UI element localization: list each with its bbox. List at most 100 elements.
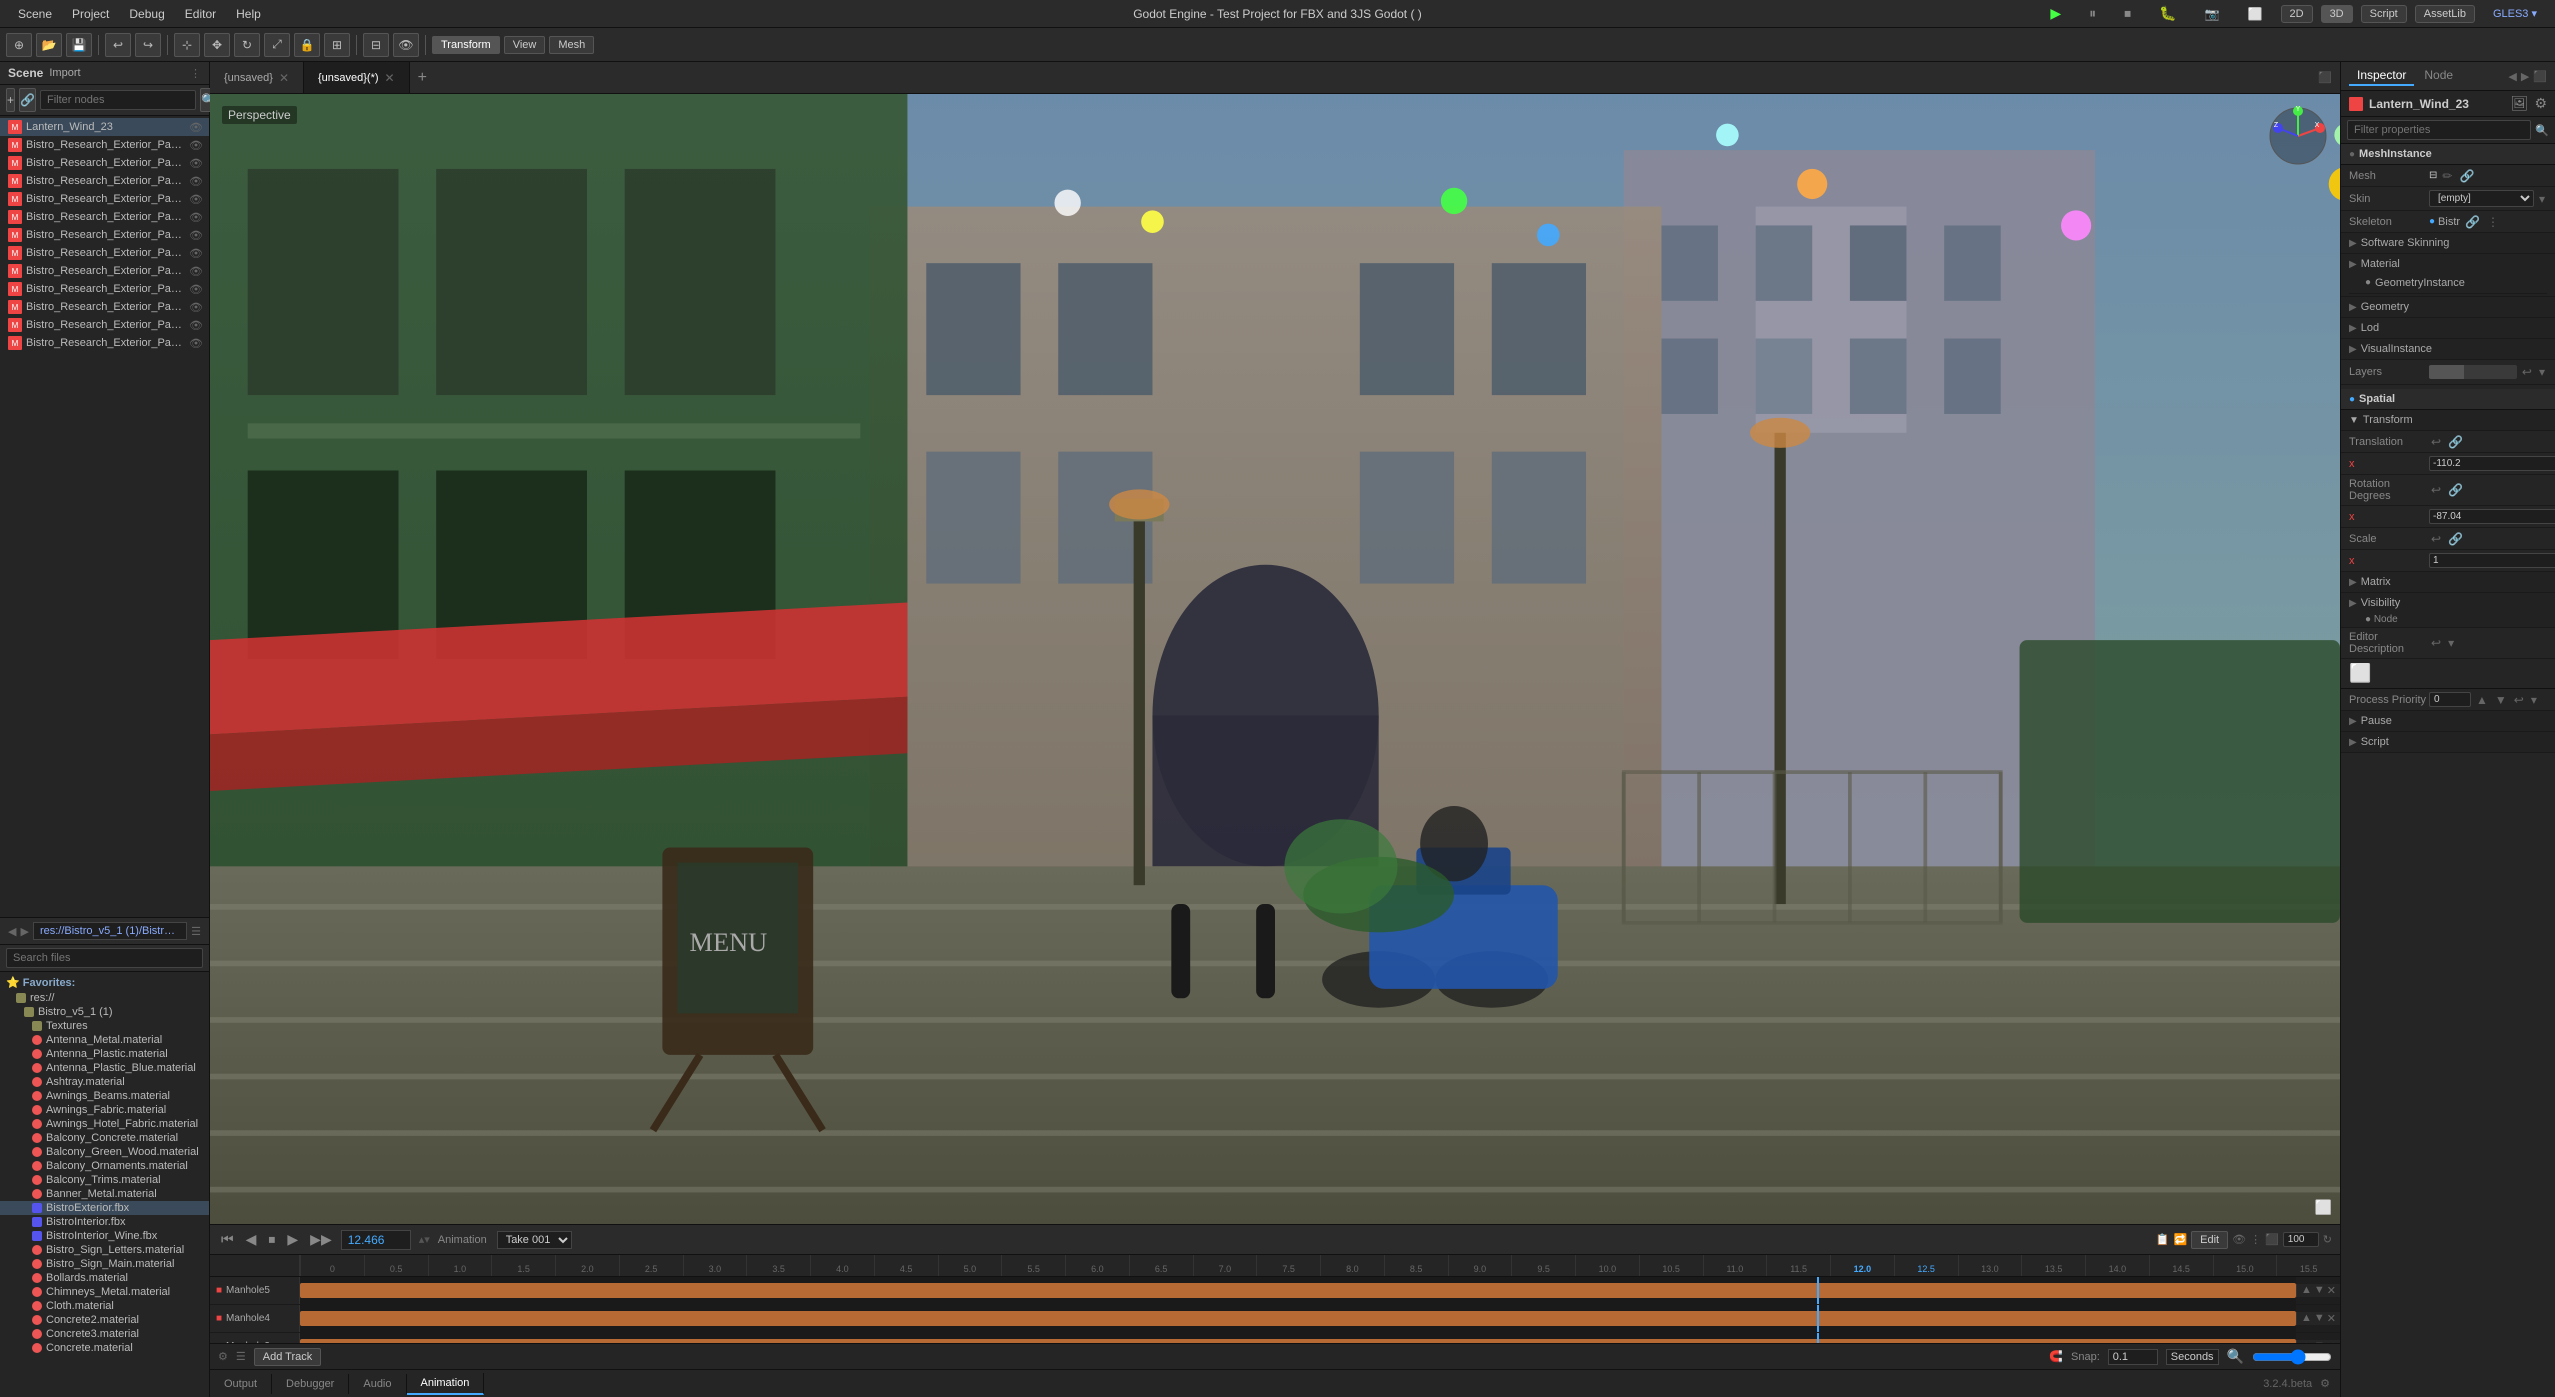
timeline-settings-icon[interactable]: 📋 <box>2156 1233 2170 1246</box>
scene-item[interactable]: M Bistro_Research_Exterior_Paris_Buil 👁 <box>0 154 209 172</box>
scene-item[interactable]: M Bistro_Research_Exterior_Paris_Buil 👁 <box>0 262 209 280</box>
pause-header[interactable]: ▶ Pause <box>2349 713 2547 729</box>
script-header[interactable]: ▶ Script <box>2349 734 2547 750</box>
file-item[interactable]: Awnings_Fabric.material <box>0 1103 209 1117</box>
filter-tracks-btn[interactable]: ☰ <box>236 1350 246 1363</box>
track-up-btn[interactable]: ▲ <box>2301 1284 2312 1297</box>
mesh-label[interactable]: Mesh <box>549 36 594 54</box>
group-btn[interactable]: ⊞ <box>324 33 350 57</box>
file-item-ashtray[interactable]: Ashtray.material <box>0 1075 209 1089</box>
transform-label[interactable]: Transform <box>432 36 500 54</box>
viewport-3d[interactable]: MENU <box>210 94 2340 1224</box>
skeleton-menu-btn[interactable]: ⋮ <box>2485 215 2501 229</box>
file-item[interactable]: Bistro_Sign_Main.material <box>0 1257 209 1271</box>
zoom-slider[interactable] <box>2252 1349 2332 1365</box>
camera-preview-btn[interactable]: 👁 <box>393 33 419 57</box>
save-scene-btn[interactable]: 💾 <box>66 33 92 57</box>
file-item[interactable]: Concrete2.material <box>0 1313 209 1327</box>
material-header[interactable]: ▶ Material <box>2349 256 2547 272</box>
scene-item-visibility[interactable]: 👁 <box>189 319 203 332</box>
scene-item-visibility[interactable]: 👁 <box>189 247 203 260</box>
status-icon[interactable]: ⚙ <box>2320 1377 2330 1390</box>
skeleton-link-btn[interactable]: 🔗 <box>2463 215 2482 229</box>
editor-desc-link-btn[interactable]: ▾ <box>2446 636 2456 650</box>
move-btn[interactable]: ✥ <box>204 33 230 57</box>
pause-button[interactable]: ⏸ <box>2079 3 2106 24</box>
filter-properties-input[interactable] <box>2347 120 2531 140</box>
visibility-header[interactable]: ▶ Visibility <box>2349 595 2547 611</box>
file-item[interactable]: Concrete3.material <box>0 1327 209 1341</box>
timeline-view-btn[interactable]: 👁 <box>2232 1233 2246 1246</box>
time-display[interactable] <box>341 1230 411 1250</box>
scene-item[interactable]: M Bistro_Research_Exterior_Paris_Buil 👁 <box>0 226 209 244</box>
scene-item[interactable]: M Bistro_Research_Exterior_Paris_Buil 👁 <box>0 298 209 316</box>
scene-item-visibility[interactable]: 👁 <box>189 193 203 206</box>
mesh-link-btn[interactable]: 🔗 <box>2457 169 2476 183</box>
filesystem-search-input[interactable] <box>6 948 203 968</box>
scene-item[interactable]: M Bistro_Research_Exterior_Paris_Buil 👁 <box>0 316 209 334</box>
software-skinning-header[interactable]: ▶ Software Skinning <box>2349 235 2547 251</box>
debugger-tab[interactable]: Debugger <box>272 1374 349 1394</box>
scene-item[interactable]: M Bistro_Research_Exterior_Paris_Buil 👁 <box>0 136 209 154</box>
file-item-bistro-exterior[interactable]: BistroExterior.fbx <box>0 1201 209 1215</box>
scene-item[interactable]: M Bistro_Research_Exterior_Paris_Buil 👁 <box>0 334 209 352</box>
menu-item-editor[interactable]: Editor <box>175 5 226 23</box>
filter-icon[interactable]: ⚙ <box>218 1350 228 1363</box>
play-button[interactable]: ▶ <box>2040 3 2071 24</box>
fs-menu-btn[interactable]: ☰ <box>191 925 201 938</box>
scene-item-visibility[interactable]: 👁 <box>189 301 203 314</box>
undo-btn[interactable]: ↩ <box>105 33 131 57</box>
rotation-link-btn[interactable]: 🔗 <box>2446 483 2465 497</box>
scene-item-visibility[interactable]: 👁 <box>189 283 203 296</box>
mode-assetlib[interactable]: AssetLib <box>2415 5 2475 23</box>
timeline-prev-btn[interactable]: ◀ <box>243 1231 260 1248</box>
track-delete-btn[interactable]: ✕ <box>2327 1284 2336 1297</box>
timeline-expand-btn[interactable]: ⬛ <box>2265 1233 2279 1246</box>
scale-btn[interactable]: ⤢ <box>264 33 290 57</box>
tab-close-btn[interactable]: ✕ <box>279 71 289 85</box>
debug-button[interactable]: 🐛 <box>2149 3 2186 24</box>
timeline-play-btn[interactable]: ▶ <box>284 1231 301 1248</box>
scene-menu-btn[interactable]: ⋮ <box>190 67 201 80</box>
file-item-cloth[interactable]: Cloth.material <box>0 1299 209 1313</box>
stop-button[interactable]: ⏹ <box>2114 3 2141 24</box>
file-item[interactable]: Antenna_Plastic_Blue.material <box>0 1061 209 1075</box>
transform-header[interactable]: ▼ Transform <box>2349 412 2547 428</box>
rotation-reset-btn[interactable]: ↩ <box>2429 483 2443 497</box>
file-item[interactable]: Balcony_Trims.material <box>0 1173 209 1187</box>
track-down-btn[interactable]: ▼ <box>2314 1284 2325 1297</box>
file-item[interactable]: Balcony_Ornaments.material <box>0 1159 209 1173</box>
inspector-forward-btn[interactable]: ▶ <box>2521 70 2529 83</box>
timeline-next-btn[interactable]: ▶▶ <box>307 1231 335 1248</box>
snap-btn[interactable]: ⊟ <box>363 33 389 57</box>
visual-instance-header[interactable]: ▶ VisualInstance <box>2349 341 2547 357</box>
layers-reset-btn[interactable]: ↩ <box>2520 365 2534 379</box>
add-node-btn[interactable]: + <box>6 88 15 112</box>
menu-item-debug[interactable]: Debug <box>119 5 174 23</box>
redo-btn[interactable]: ↪ <box>135 33 161 57</box>
inspector-back-btn[interactable]: ◀ <box>2508 70 2516 83</box>
scene-item[interactable]: M Bistro_Research_Exterior_Paris_Buil 👁 <box>0 280 209 298</box>
tab-unsaved2[interactable]: {unsaved}(*) ✕ <box>304 62 410 93</box>
priority-reset-btn[interactable]: ↩ <box>2512 693 2526 707</box>
filter-nodes-input[interactable] <box>40 90 196 110</box>
rotation-x-input[interactable] <box>2429 509 2555 524</box>
layers-bar[interactable] <box>2429 365 2517 379</box>
scene-item-visibility[interactable]: 👁 <box>189 337 203 350</box>
instance-btn[interactable]: 🔗 <box>19 88 36 112</box>
priority-up-btn[interactable]: ▲ <box>2474 693 2490 707</box>
node-icon-btn[interactable]: 🖼 <box>2511 95 2529 112</box>
snap-input[interactable] <box>2108 1349 2158 1365</box>
layers-menu-btn[interactable]: ▾ <box>2537 365 2547 379</box>
tab-close-btn[interactable]: ✕ <box>385 71 395 85</box>
select-btn[interactable]: ⊹ <box>174 33 200 57</box>
scene-item-visibility[interactable]: 👁 <box>189 157 203 170</box>
rotate-btn[interactable]: ↻ <box>234 33 260 57</box>
track-content-manhole3[interactable] <box>300 1333 2296 1343</box>
file-item[interactable]: Awnings_Hotel_Fabric.material <box>0 1117 209 1131</box>
track-content-manhole4[interactable] <box>300 1305 2296 1332</box>
menu-item-scene[interactable]: Scene <box>8 5 62 23</box>
import-btn[interactable]: Import <box>49 67 80 79</box>
scene-item-visibility[interactable]: 👁 <box>189 211 203 224</box>
file-item-res[interactable]: res:// <box>0 991 209 1005</box>
